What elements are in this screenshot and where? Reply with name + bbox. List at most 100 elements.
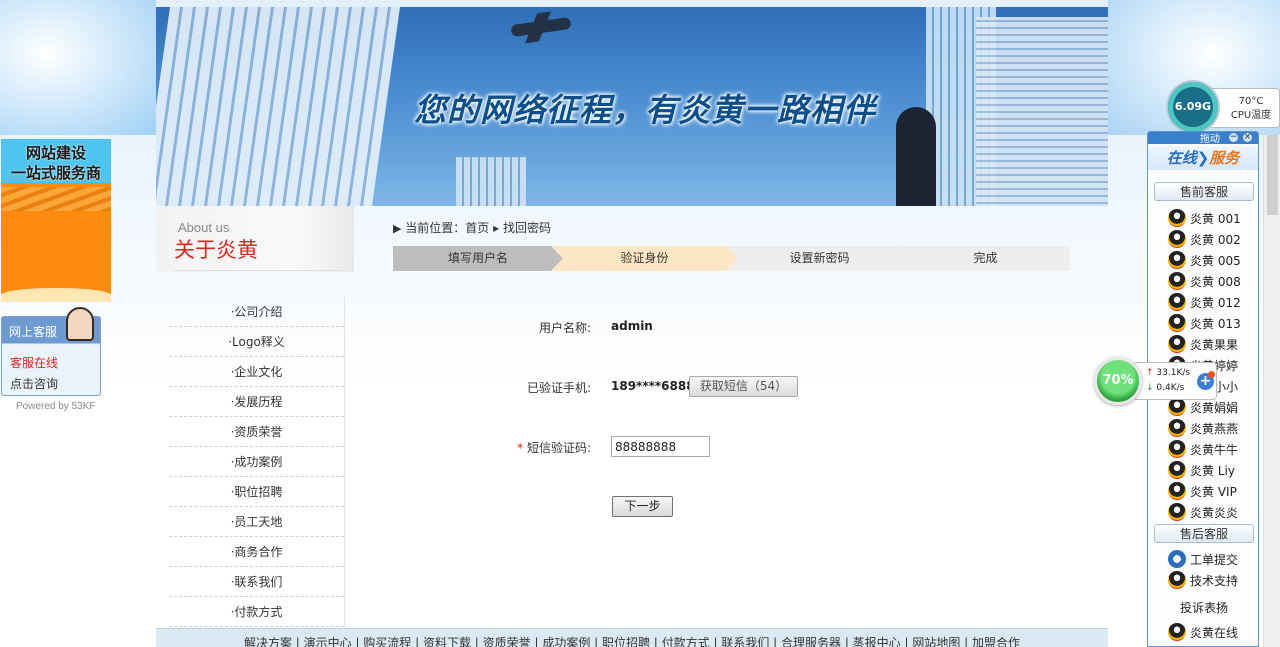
contact-name: 炎黄 012	[1190, 296, 1241, 310]
minimize-icon[interactable]: −	[1228, 132, 1239, 143]
qq-penguin-icon	[1168, 571, 1186, 589]
contact-name: 炎黄牛牛	[1190, 443, 1239, 457]
online-support-widget[interactable]: 网上客服 客服在线 点击咨询	[1, 307, 101, 396]
get-sms-button[interactable]: 获取短信（54）	[689, 376, 798, 397]
scrollbar-thumb[interactable]	[1267, 135, 1278, 215]
menu-item-history[interactable]: ·发展历程	[169, 387, 344, 417]
step-done: 完成	[901, 246, 1070, 271]
agent-avatar	[66, 307, 94, 341]
ticket-submit-link[interactable]: 工单提交	[1168, 550, 1238, 571]
title-service: 服务	[1209, 149, 1240, 167]
kf-consult-text: 咨询	[34, 377, 59, 391]
ad-wave-decor	[1, 187, 111, 211]
qq-contact[interactable]: 炎黄炎炎	[1168, 503, 1238, 524]
sms-code-input[interactable]	[611, 436, 710, 457]
sky-left-decor	[0, 0, 156, 135]
complaint-label: 投诉表扬	[1180, 601, 1229, 615]
ad-line2: 一站式服务商	[10, 164, 101, 182]
building-right-2	[976, 17, 1108, 206]
panel-drag-bar[interactable]: 拖动 − ×	[1148, 132, 1258, 145]
qq-contact[interactable]: 炎黄牛牛	[1168, 440, 1238, 461]
tech-support-contact[interactable]: 技术支持	[1168, 571, 1238, 592]
menu-item-contact[interactable]: ·联系我们	[169, 567, 344, 597]
panel-title: 在线❯服务	[1148, 146, 1258, 170]
about-title-cn: 关于炎黄	[174, 238, 258, 262]
qq-penguin-icon	[1168, 440, 1186, 458]
contact-name: 炎黄 002	[1190, 233, 1241, 247]
qq-penguin-icon	[1168, 230, 1186, 248]
sms-code-label: * 短信验证码:	[391, 439, 591, 456]
menu-item-cases[interactable]: ·成功案例	[169, 447, 344, 477]
breadcrumb-home[interactable]: 当前位置：首页	[405, 221, 489, 235]
kf-click-text: 点击	[10, 377, 35, 391]
sms-code-label-text: 短信验证码:	[526, 441, 591, 455]
menu-item-honors[interactable]: ·资质荣誉	[169, 417, 344, 447]
businessman-image	[896, 107, 936, 206]
contact-name: 炎黄在线	[1190, 626, 1239, 640]
breadcrumb-separator-icon: ▸	[493, 221, 500, 235]
drag-label: 拖动	[1200, 134, 1220, 145]
cpu-temp-label: CPU温度	[1230, 110, 1272, 121]
contact-name: 工单提交	[1190, 553, 1239, 567]
close-icon[interactable]: ×	[1242, 132, 1253, 143]
qq-penguin-icon	[1168, 398, 1186, 416]
footer-links[interactable]: 解决方案 | 演示中心 | 购买流程 | 资料下载 | 资质荣誉 | 成功案例 …	[156, 628, 1108, 647]
banner-slogan: 您的网络征程，有炎黄一路相伴	[414, 91, 877, 129]
notification-dot	[1208, 371, 1215, 378]
qq-contact[interactable]: 炎黄燕燕	[1168, 419, 1238, 440]
breadcrumb-current: 找回密码	[503, 221, 552, 235]
chevron-right-icon: ❯	[1196, 149, 1210, 167]
powered-by[interactable]: Powered by 53KF	[16, 401, 96, 412]
qq-contact[interactable]: 炎黄 008	[1168, 272, 1241, 293]
qq-penguin-icon	[1168, 209, 1186, 227]
menu-item-business[interactable]: ·商务合作	[169, 537, 344, 567]
cpu-temperature: 70°C CPU温度	[1224, 95, 1278, 123]
upload-value: 33.1K/s	[1156, 368, 1191, 378]
airplane-image	[510, 16, 572, 38]
next-step-button[interactable]: 下一步	[612, 496, 673, 517]
qq-contact[interactable]: 炎黄 001	[1168, 209, 1241, 230]
qq-penguin-icon	[1168, 293, 1186, 311]
contact-name: 技术支持	[1190, 574, 1239, 588]
about-title-en: About us	[178, 220, 230, 235]
menu-item-payment[interactable]: ·付款方式	[169, 597, 344, 627]
memory-ball-icon[interactable]: 70%	[1094, 357, 1142, 405]
qq-contact[interactable]: 炎黄娟娟	[1168, 398, 1238, 419]
menu-item-culture[interactable]: ·企业文化	[169, 357, 344, 387]
qq-contact[interactable]: 炎黄 005	[1168, 251, 1241, 272]
step-set-password: 设置新密码	[726, 246, 913, 271]
required-mark: *	[517, 441, 524, 455]
menu-item-company-intro[interactable]: ·公司介绍	[169, 297, 344, 327]
qq-contact[interactable]: 炎黄 VIP	[1168, 482, 1237, 503]
contact-name: 炎黄 VIP	[1190, 485, 1237, 499]
username-label: 用户名称:	[538, 321, 591, 335]
qq-contact[interactable]: 炎黄 013	[1168, 314, 1241, 335]
qq-penguin-icon	[1168, 272, 1186, 290]
contact-name: 炎黄燕燕	[1190, 422, 1239, 436]
memory-gauge-icon[interactable]: 6.09G	[1168, 82, 1218, 132]
qq-contact[interactable]: 炎黄果果	[1168, 335, 1238, 356]
menu-item-jobs[interactable]: ·职位招聘	[169, 477, 344, 507]
qq-contact[interactable]: 炎黄 Liy	[1168, 461, 1235, 482]
qq-penguin-icon	[1168, 503, 1186, 521]
vertical-scrollbar[interactable]	[1263, 135, 1280, 647]
qq-contact[interactable]: 炎黄在线	[1168, 623, 1238, 644]
kf-consult-link[interactable]: 点击咨询	[10, 375, 58, 392]
ticket-icon	[1168, 550, 1186, 568]
top-strip	[0, 0, 1280, 6]
qq-contact[interactable]: 炎黄 002	[1168, 230, 1241, 251]
about-divider	[174, 270, 342, 271]
download-arrow-icon: ↓	[1146, 383, 1154, 393]
aftersale-header: 售后客服	[1154, 524, 1254, 543]
contact-name: 炎黄娟娟	[1190, 401, 1239, 415]
ad-cloud-decor	[1, 288, 111, 302]
menu-item-logo-meaning[interactable]: ·Logo释义	[169, 327, 344, 357]
qq-contact[interactable]: 炎黄 012	[1168, 293, 1241, 314]
menu-item-staff[interactable]: ·员工天地	[169, 507, 344, 537]
qq-penguin-icon	[1168, 251, 1186, 269]
qq-penguin-icon	[1168, 419, 1186, 437]
kf-online-text[interactable]: 客服在线	[10, 354, 58, 371]
website-build-ad[interactable]: 网站建设 一站式服务商	[1, 139, 111, 302]
title-online: 在线	[1166, 149, 1197, 167]
play-arrow-icon: ▶	[393, 222, 402, 235]
